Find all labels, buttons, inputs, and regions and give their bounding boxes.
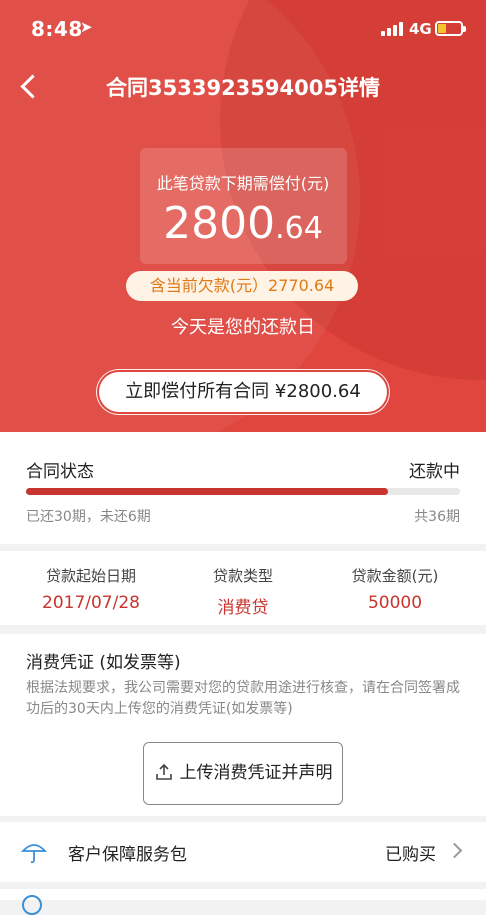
contract-status-value: 还款中: [409, 462, 460, 482]
overdue-badge: 含当前欠款(元）2770.64: [126, 271, 358, 301]
loan-info-header: 贷款类型: [212, 567, 273, 585]
progress-fill: [26, 488, 388, 495]
upload-voucher-label: 上传消费凭证并声明: [179, 763, 333, 783]
loan-start-date: 贷款起始日期 2017/07/28: [10, 565, 172, 613]
loan-info-header: 贷款金额(元): [351, 567, 439, 585]
next-row-partial: [0, 889, 486, 915]
voucher-title: 消费凭证 (如发票等): [26, 653, 181, 673]
battery-level: [438, 24, 446, 33]
service-pack-status: 已购买: [385, 845, 436, 865]
signal-icon: [381, 22, 403, 36]
location-arrow-icon: ➤: [80, 18, 93, 36]
amount-integer: 2800: [163, 198, 276, 249]
installments-progress-text: 已还30期，未还6期: [26, 509, 151, 525]
loan-info-value: 50000: [367, 593, 423, 613]
repayment-progress-bar: [26, 488, 460, 495]
upload-voucher-button[interactable]: 上传消费凭证并声明: [143, 742, 343, 805]
status-time: 8:48: [31, 17, 83, 41]
loan-amount: 贷款金额(元) 50000: [314, 565, 476, 613]
loan-info-card: 贷款起始日期 2017/07/28 贷款类型 消费贷 贷款金额(元) 50000: [0, 551, 486, 625]
pay-all-button[interactable]: 立即偿付所有合同 ¥2800.64: [99, 372, 387, 412]
loan-info-value: 2017/07/28: [42, 593, 140, 613]
service-pack-row[interactable]: 客户保障服务包 已购买: [0, 822, 486, 882]
umbrella-icon: [20, 844, 48, 864]
due-today-notice: 今天是您的还款日: [171, 317, 315, 338]
contract-status-label: 合同状态: [26, 462, 94, 482]
voucher-description: 根据法规要求，我公司需要对您的贷款用途进行核查，请在合同签署成功后的30天内上传…: [26, 680, 460, 717]
installments-total: 共36期: [414, 509, 460, 525]
voucher-card: 消费凭证 (如发票等) 根据法规要求，我公司需要对您的贷款用途进行核查，请在合同…: [0, 634, 486, 816]
loan-info-value: 消费贷: [217, 598, 269, 618]
loan-type: 贷款类型 消费贷: [162, 565, 324, 618]
next-payment-amount: 2800.64: [0, 198, 486, 249]
next-payment-label: 此笔贷款下期需偿付(元): [156, 174, 330, 193]
battery-icon: [435, 21, 466, 36]
chevron-right-icon: [446, 842, 463, 859]
upload-icon: [155, 763, 172, 780]
network-label: 4G: [409, 20, 432, 38]
page-title: 合同3533923594005详情: [106, 76, 380, 100]
circle-icon: [22, 895, 42, 915]
amount-decimal: .64: [275, 211, 323, 246]
service-pack-label: 客户保障服务包: [68, 845, 187, 865]
status-bar: 8:48 ➤ 4G: [0, 0, 486, 58]
loan-info-header: 贷款起始日期: [45, 567, 136, 585]
